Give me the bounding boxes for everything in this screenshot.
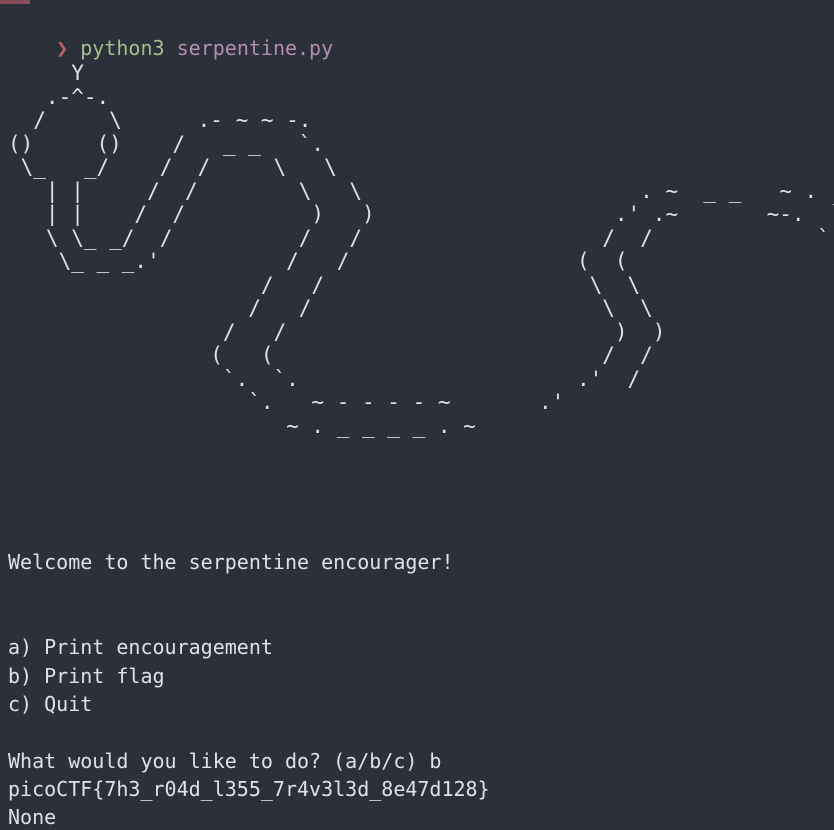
serpent-ascii-art: Y .-^-. / \ .- ~ ~ -. () () / _ _ `. \_ … bbox=[8, 61, 834, 438]
welcome-message: Welcome to the serpentine encourager! bbox=[8, 550, 454, 574]
return-value-output: None bbox=[8, 805, 57, 829]
prompt-chevron-icon: ❯ bbox=[56, 36, 69, 60]
menu-option-b: b) Print flag bbox=[8, 664, 165, 688]
menu-option-c: c) Quit bbox=[8, 692, 93, 716]
input-prompt-line: What would you like to do? (a/b/c) b bbox=[8, 749, 442, 773]
previous-prompt-remnant bbox=[0, 0, 30, 4]
flag-output: picoCTF{7h3_r04d_l355_7r4v3l3d_8e47d128} bbox=[8, 777, 490, 801]
command-argument: serpentine.py bbox=[176, 36, 334, 60]
menu-option-a: a) Print encouragement bbox=[8, 635, 273, 659]
command-name: python3 bbox=[80, 36, 165, 60]
terminal-window[interactable]: ❯ python3 serpentine.py Y .-^-. / \ .- ~… bbox=[0, 0, 834, 830]
